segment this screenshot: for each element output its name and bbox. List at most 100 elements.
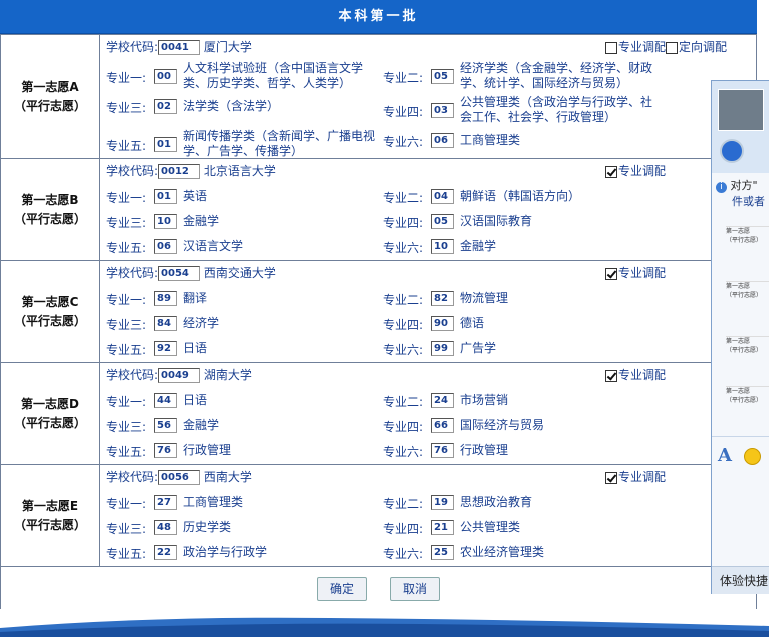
thumbnail-item[interactable]: 第一志愿 （平行志愿）: [726, 336, 769, 377]
thumbnail-item[interactable]: 第一志愿 （平行志愿）: [726, 386, 769, 427]
cancel-button[interactable]: 取消: [390, 577, 440, 601]
school-code-input[interactable]: 0049: [158, 368, 201, 383]
adjust-checkbox[interactable]: [605, 41, 617, 54]
major-code-input[interactable]: 89: [154, 291, 177, 306]
adjust-checkbox[interactable]: [605, 165, 617, 178]
major-name: 新闻传播学类（含新闻学、广播电视学、广告学、传播学）: [183, 129, 376, 158]
school-code-input[interactable]: 0041: [158, 40, 201, 55]
major-code-input[interactable]: 19: [431, 495, 454, 510]
major-label: 专业二:: [383, 191, 424, 205]
major-code-input[interactable]: 00: [154, 69, 177, 84]
choice-title-cell: 第一志愿B （平行志愿）: [0, 158, 100, 261]
school-code-label: 学校代码:: [106, 266, 159, 280]
school-line: 学校代码: 0056 西南大学: [106, 468, 252, 485]
camera-icon[interactable]: [720, 139, 744, 163]
major-label: 专业六:: [383, 241, 424, 255]
major-name: 政治学与行政学: [183, 545, 268, 559]
major-code-input[interactable]: 01: [154, 137, 177, 152]
side-panel-info: i 对方": [716, 177, 758, 193]
confirm-button[interactable]: 确定: [317, 577, 367, 601]
adjust-label: 专业调配: [618, 164, 667, 178]
major-code-input[interactable]: 10: [431, 239, 454, 254]
adjust-option: 专业调配: [605, 162, 666, 179]
adjust-checkbox[interactable]: [605, 369, 617, 382]
major-code-input[interactable]: 84: [154, 316, 177, 331]
directional-label: 定向调配: [679, 40, 728, 54]
adjust-option: 专业调配: [605, 264, 666, 281]
major-code-input[interactable]: 01: [154, 189, 177, 204]
major-label: 专业五:: [106, 139, 147, 153]
adjust-label: 专业调配: [618, 40, 667, 54]
side-panel-info-line2[interactable]: 件或者: [732, 193, 765, 209]
emoji-icon[interactable]: [744, 448, 761, 465]
major-code-input[interactable]: 56: [154, 418, 177, 433]
major-code-input[interactable]: 27: [154, 495, 177, 510]
school-code-label: 学校代码:: [106, 368, 159, 382]
major-name: 思想政治教育: [460, 495, 533, 509]
choice-row: 第一志愿E （平行志愿） 学校代码: 0056 西南大学 专业调配 专业一: 27 工商管理类…: [0, 464, 757, 567]
thumbnail-item[interactable]: 第一志愿 （平行志愿）: [726, 281, 769, 322]
major-label: 专业四:: [383, 522, 424, 536]
choice-title-cell: 第一志愿D （平行志愿）: [0, 362, 100, 465]
major-name: 工商管理类: [183, 495, 244, 509]
major-code-input[interactable]: 82: [431, 291, 454, 306]
major-label: 专业六:: [383, 135, 424, 149]
major-name: 物流管理: [460, 291, 509, 305]
school-code-input[interactable]: 0012: [158, 164, 201, 179]
major-label: 专业一:: [106, 71, 147, 85]
thumbnail-item[interactable]: 第一志愿 （平行志愿）: [726, 226, 769, 267]
school-code-input[interactable]: 0056: [158, 470, 201, 485]
choice-detail-cell: 学校代码: 0056 西南大学 专业调配 专业一: 27 工商管理类 专业二: 19 思想政治教…: [99, 464, 757, 567]
school-name: 西南大学: [203, 470, 252, 484]
choice-detail-cell: 学校代码: 0049 湖南大学 专业调配 专业一: 44 日语 专业二: 24 市场营销 专业三:…: [99, 362, 757, 465]
major-code-input[interactable]: 48: [154, 520, 177, 535]
school-name: 湖南大学: [203, 368, 252, 382]
major-code-input[interactable]: 05: [431, 214, 454, 229]
major-label: 专业二:: [383, 497, 424, 511]
major-code-input[interactable]: 92: [154, 341, 177, 356]
major-label: 专业六:: [383, 343, 424, 357]
major-code-input[interactable]: 24: [431, 393, 454, 408]
school-name: 厦门大学: [203, 40, 252, 54]
major-name: 金融学: [183, 418, 220, 432]
major-code-input[interactable]: 76: [154, 443, 177, 458]
major-code-input[interactable]: 05: [431, 69, 454, 84]
major-label: 专业六:: [383, 445, 424, 459]
adjust-label: 专业调配: [618, 470, 667, 484]
adjust-checkbox[interactable]: [605, 471, 617, 484]
major-code-input[interactable]: 10: [154, 214, 177, 229]
choice-title: 第一志愿C: [21, 294, 79, 309]
major-name: 广告学: [460, 341, 497, 355]
school-code-input[interactable]: 0054: [158, 266, 201, 281]
major-code-input[interactable]: 44: [154, 393, 177, 408]
choice-subtitle: （平行志愿）: [13, 313, 86, 328]
major-name: 汉语言文学: [183, 239, 244, 253]
major-code-input[interactable]: 66: [431, 418, 454, 433]
major-code-input[interactable]: 02: [154, 99, 177, 114]
adjust-checkbox[interactable]: [605, 267, 617, 280]
choice-row: 第一志愿C （平行志愿） 学校代码: 0054 西南交通大学 专业调配 专业一: 89 翻译专…: [0, 260, 757, 363]
major-code-input[interactable]: 90: [431, 316, 454, 331]
side-panel-toolbar: A: [712, 436, 769, 477]
side-panel-bottom-label[interactable]: 体验快捷: [712, 566, 769, 594]
adjust-label: 专业调配: [618, 266, 667, 280]
major-code-input[interactable]: 21: [431, 520, 454, 535]
avatar[interactable]: [718, 89, 764, 131]
major-code-input[interactable]: 25: [431, 545, 454, 560]
major-code-input[interactable]: 76: [431, 443, 454, 458]
major-name: 公共管理类: [460, 520, 521, 534]
font-icon[interactable]: A: [718, 445, 732, 466]
directional-checkbox[interactable]: [666, 41, 679, 54]
major-code-input[interactable]: 03: [431, 103, 454, 118]
major-name: 公共管理类（含政治学与行政学、社会工作、社会学、行政管理）: [460, 95, 653, 124]
major-label: 专业三:: [106, 318, 147, 332]
major-code-input[interactable]: 04: [431, 189, 454, 204]
major-code-input[interactable]: 06: [154, 239, 177, 254]
major-label: 专业四:: [383, 105, 424, 119]
major-code-input[interactable]: 06: [431, 133, 454, 148]
major-code-input[interactable]: 99: [431, 341, 454, 356]
major-label: 专业三:: [106, 101, 147, 115]
major-code-input[interactable]: 22: [154, 545, 177, 560]
major-name: 英语: [183, 189, 208, 203]
major-name: 国际经济与贸易: [460, 418, 545, 432]
